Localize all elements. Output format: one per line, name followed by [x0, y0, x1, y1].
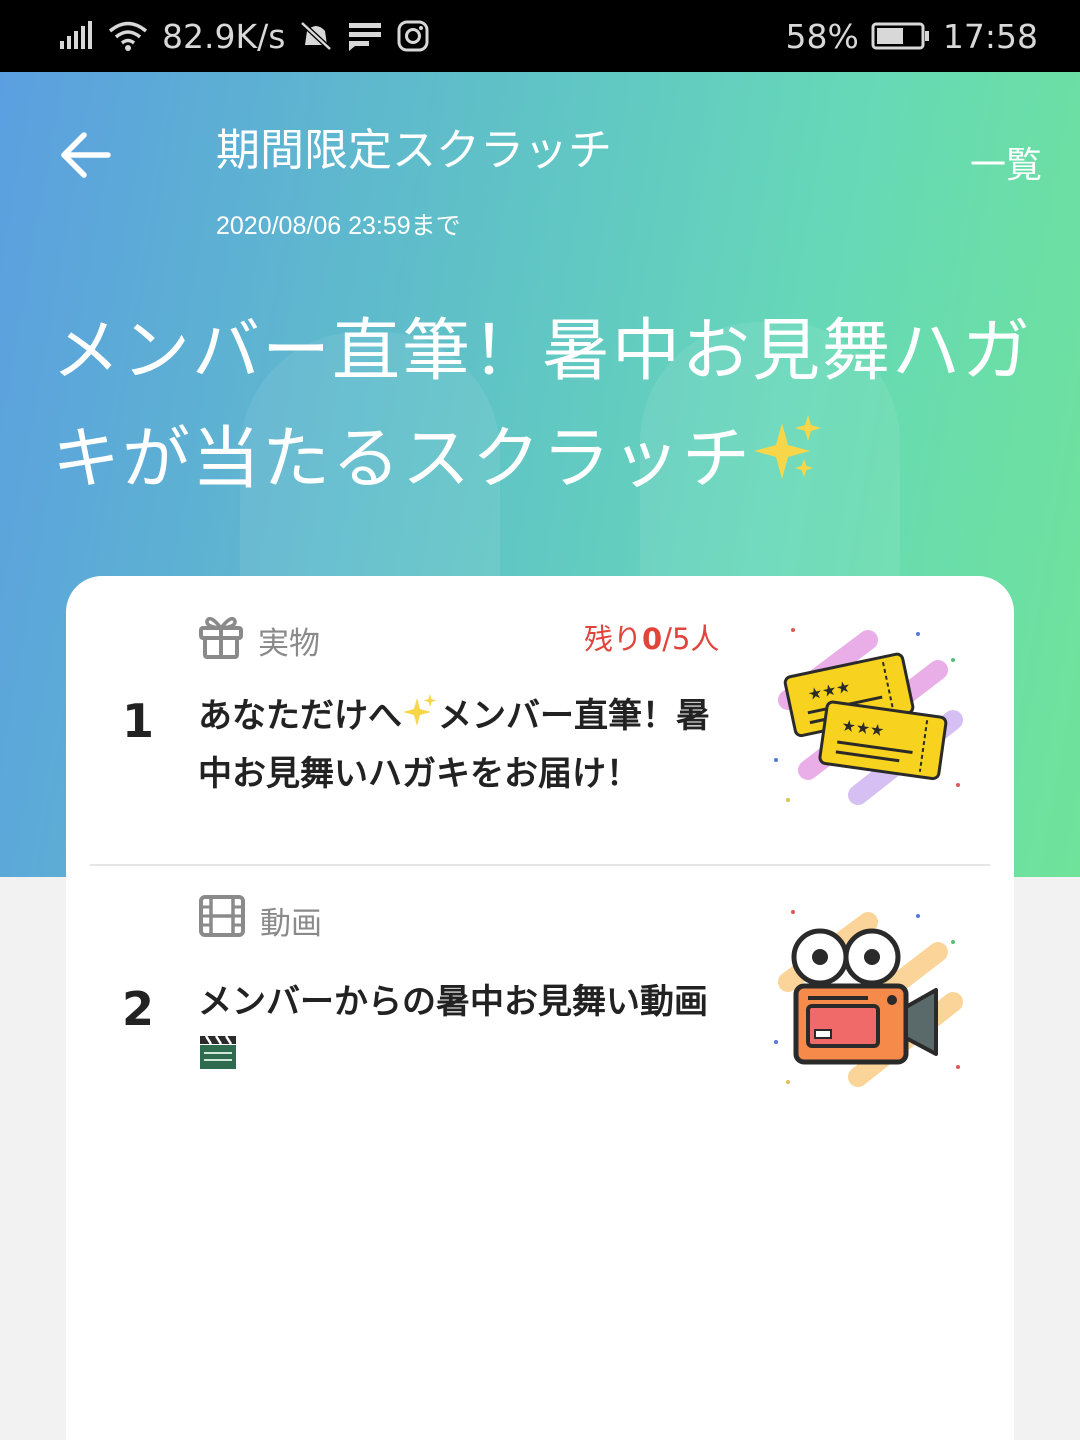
movie-camera-icon [768, 902, 968, 1096]
prize-description-text: メンバーからの暑中お見舞い動画 [198, 982, 708, 1022]
film-icon [198, 894, 246, 946]
deadline-text: 2020/08/06 23:59まで [216, 212, 461, 240]
ticket-icon: ★★★ ★★★ [768, 620, 968, 814]
prize-type-label: 動画 [260, 905, 322, 942]
clapperboard-icon [198, 1032, 238, 1088]
campaign-title-text: メンバー直筆！暑中お見舞ハガキが当たるスクラッチ [52, 312, 1033, 499]
prize-description: あなただけへ メンバー直筆！暑中お見舞いハガキをお届け！ [198, 688, 718, 802]
clock: 17:58 [942, 16, 1038, 56]
prize-type: 動画 [198, 894, 322, 946]
gift-icon [198, 612, 244, 668]
remaining-count: 残り0/5人 [584, 616, 719, 658]
sparkles-icon [402, 690, 438, 746]
remaining-number: 0 [642, 622, 663, 656]
prize-card: 1 実物 残り0/5人 あなただけへメンバー直筆！暑中お見舞いハガキをお届け！ [66, 576, 1014, 1440]
page-title: 期間限定スクラッチ [216, 126, 612, 175]
notification-off-icon [299, 21, 333, 51]
network-speed: 82.9K/s [162, 16, 286, 56]
instagram-icon [397, 20, 429, 52]
arrow-left-icon [61, 132, 111, 178]
remaining-suffix: /5人 [662, 622, 720, 656]
message-icon [347, 21, 383, 51]
prize-item[interactable]: 1 実物 残り0/5人 あなただけへメンバー直筆！暑中お見舞いハガキをお届け！ [66, 576, 1014, 864]
back-button[interactable] [56, 126, 114, 184]
campaign-title: メンバー直筆！暑中お見舞ハガキが当たるスクラッチ [52, 298, 1042, 517]
prize-type-label: 実物 [258, 625, 320, 662]
sparkles-icon [752, 409, 824, 517]
prize-number: 2 [122, 982, 155, 1036]
status-bar: 82.9K/s 58% 17:58 [0, 0, 1080, 72]
prize-description-part1: あなただけへ [198, 696, 402, 736]
battery-percent: 58% [785, 16, 859, 56]
prize-item[interactable]: 2 動画 メンバーからの暑中お見舞い動画 [66, 866, 1014, 1166]
prize-type: 実物 [198, 612, 320, 668]
remaining-prefix: 残り [584, 622, 643, 656]
wifi-icon [108, 20, 148, 52]
signal-icon [58, 21, 94, 51]
prize-number: 1 [122, 694, 155, 748]
prize-description: メンバーからの暑中お見舞い動画 [198, 974, 718, 1088]
battery-icon [871, 22, 931, 50]
list-link[interactable]: 一覧 [970, 136, 1042, 188]
